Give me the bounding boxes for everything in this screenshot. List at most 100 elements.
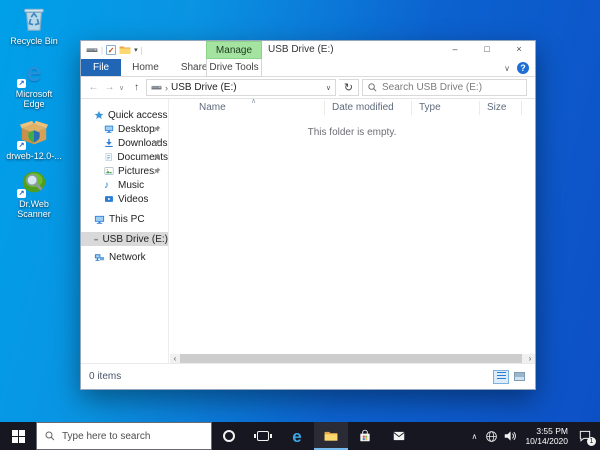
desktop-icon-label: drweb-12.0-...: [6, 151, 62, 161]
scroll-right-arrow[interactable]: ›: [525, 354, 535, 363]
ribbon-tabs: File Home Share View Drive Tools ∨ ?: [81, 59, 535, 77]
search-input[interactable]: [382, 82, 522, 93]
refresh-button[interactable]: ↻: [339, 79, 359, 96]
taskbar-search[interactable]: [36, 422, 212, 450]
desktop-icon-drweb-scanner[interactable]: ↗ Dr.Web Scanner: [6, 167, 62, 219]
tab-drive-tools[interactable]: Drive Tools: [206, 59, 262, 77]
clock-date: 10/14/2020: [525, 436, 568, 446]
address-bar[interactable]: › USB Drive (E:) ∨: [146, 79, 336, 96]
item-count: 0 items: [89, 371, 122, 382]
drive-icon: [151, 82, 162, 93]
tab-home[interactable]: Home: [121, 59, 170, 76]
explorer-window: | ✓ ▾ | Manage USB Drive (E:) – □ × File…: [80, 40, 536, 390]
address-toolbar: ← → ∨ ↑ › USB Drive (E:) ∨ ↻: [81, 77, 535, 99]
desktop-icon-microsoft-edge[interactable]: e ↗ Microsoft Edge: [6, 57, 62, 109]
sidebar-item-usb-drive[interactable]: USB Drive (E:): [81, 232, 168, 246]
search-box[interactable]: [362, 79, 527, 96]
hidden-icons-chevron[interactable]: ∧: [468, 432, 480, 441]
file-explorer-icon: [323, 429, 339, 443]
store-icon: [358, 429, 372, 443]
task-view-icon: [254, 431, 272, 441]
pin-icon: [153, 167, 161, 175]
minimize-button[interactable]: –: [439, 41, 471, 59]
window-controls: – □ ×: [439, 41, 535, 59]
taskbar-explorer-button[interactable]: [314, 422, 348, 450]
taskbar-edge-button[interactable]: e: [280, 422, 314, 450]
sort-ascending-icon: ∧: [251, 98, 257, 105]
properties-button[interactable]: ✓: [106, 45, 117, 55]
system-tray: ∧ 3:55 PM 10/14/2020 1: [468, 422, 600, 450]
back-button[interactable]: ←: [87, 82, 100, 93]
taskbar-mail-button[interactable]: [382, 422, 416, 450]
file-list-pane[interactable]: ∧ Name Date modified Type Size This fold…: [169, 98, 535, 363]
usb-drive-icon: [94, 234, 98, 245]
sidebar-item-videos[interactable]: Videos: [81, 192, 168, 206]
breadcrumb-separator: ›: [165, 82, 168, 93]
cortana-button[interactable]: [212, 422, 246, 450]
sidebar-item-network[interactable]: Network: [81, 250, 168, 264]
scrollbar-thumb[interactable]: [180, 354, 522, 363]
shortcut-arrow-icon: ↗: [17, 79, 26, 88]
sidebar-item-pictures[interactable]: Pictures: [81, 164, 168, 178]
edge-icon: e: [292, 426, 302, 446]
sidebar-item-desktop[interactable]: Desktop: [81, 122, 168, 136]
qat-separator: |: [101, 45, 104, 55]
volume-icon[interactable]: [503, 429, 517, 443]
thumbnails-view-button[interactable]: [511, 370, 527, 384]
quick-access-toolbar: | ✓ ▾ |: [81, 44, 143, 56]
expand-ribbon-chevron-icon[interactable]: ∨: [504, 64, 510, 73]
task-view-button[interactable]: [246, 422, 280, 450]
refresh-icon: ↻: [343, 82, 354, 94]
title-bar[interactable]: | ✓ ▾ | Manage USB Drive (E:) – □ ×: [81, 41, 535, 59]
search-icon: [44, 430, 56, 442]
tab-file[interactable]: File: [81, 59, 122, 76]
sidebar-item-downloads[interactable]: Downloads: [81, 136, 168, 150]
start-button[interactable]: [0, 422, 36, 450]
desktop-icon-drweb-installer[interactable]: ↗ drweb-12.0-...: [6, 119, 62, 161]
picture-icon: [104, 166, 114, 176]
forward-button[interactable]: →: [103, 82, 116, 93]
details-view-button[interactable]: [493, 369, 509, 384]
clock-time: 3:55 PM: [536, 426, 568, 436]
taskbar-search-input[interactable]: [62, 430, 204, 442]
up-button[interactable]: ↑: [130, 82, 143, 93]
sidebar-item-this-pc[interactable]: This PC: [81, 212, 168, 226]
pin-icon: [153, 153, 161, 161]
taskbar-store-button[interactable]: [348, 422, 382, 450]
action-center-button[interactable]: 1: [576, 427, 596, 446]
customize-qat-dropdown[interactable]: ▾: [134, 46, 138, 54]
pin-icon: [153, 139, 161, 147]
thumbnails-view-icon: [513, 372, 525, 381]
desktop-icon-recycle-bin[interactable]: Recycle Bin: [6, 4, 62, 46]
column-header-size[interactable]: Size: [487, 102, 506, 113]
help-icon[interactable]: ?: [517, 62, 529, 74]
recycle-bin-icon: [19, 4, 49, 34]
column-header-date-modified[interactable]: Date modified: [332, 102, 394, 113]
recent-locations-dropdown[interactable]: ∨: [119, 84, 127, 92]
horizontal-scrollbar[interactable]: ‹ ›: [170, 354, 535, 363]
breadcrumb-location[interactable]: USB Drive (E:): [171, 82, 237, 93]
address-dropdown-icon[interactable]: ∨: [326, 84, 331, 92]
network-icon: [94, 252, 105, 263]
taskbar-clock[interactable]: 3:55 PM 10/14/2020: [522, 426, 571, 446]
music-note-icon: ♪: [104, 179, 109, 191]
window-drive-icon: [86, 44, 98, 56]
navigation-pane: Quick access Desktop Downloads Documents: [81, 99, 169, 363]
sidebar-item-documents[interactable]: Documents: [81, 150, 168, 164]
windows-logo-icon: [11, 429, 25, 443]
desktop: Recycle Bin e ↗ Microsoft Edge ↗ drweb-1…: [0, 0, 600, 422]
column-header-type[interactable]: Type: [419, 102, 441, 113]
scroll-left-arrow[interactable]: ‹: [170, 354, 180, 363]
this-pc-icon: [94, 214, 105, 225]
shortcut-arrow-icon: ↗: [17, 141, 26, 150]
close-button[interactable]: ×: [503, 41, 535, 59]
empty-folder-message: This folder is empty.: [307, 127, 397, 138]
maximize-button[interactable]: □: [471, 41, 503, 59]
network-tray-icon[interactable]: [485, 430, 498, 443]
mail-icon: [392, 429, 406, 443]
manage-contextual-group[interactable]: Manage: [206, 41, 262, 59]
column-header-name[interactable]: Name: [199, 102, 226, 113]
new-folder-button[interactable]: [119, 44, 131, 56]
sidebar-item-music[interactable]: ♪ Music: [81, 178, 168, 192]
sidebar-item-quick-access[interactable]: Quick access: [81, 108, 168, 122]
